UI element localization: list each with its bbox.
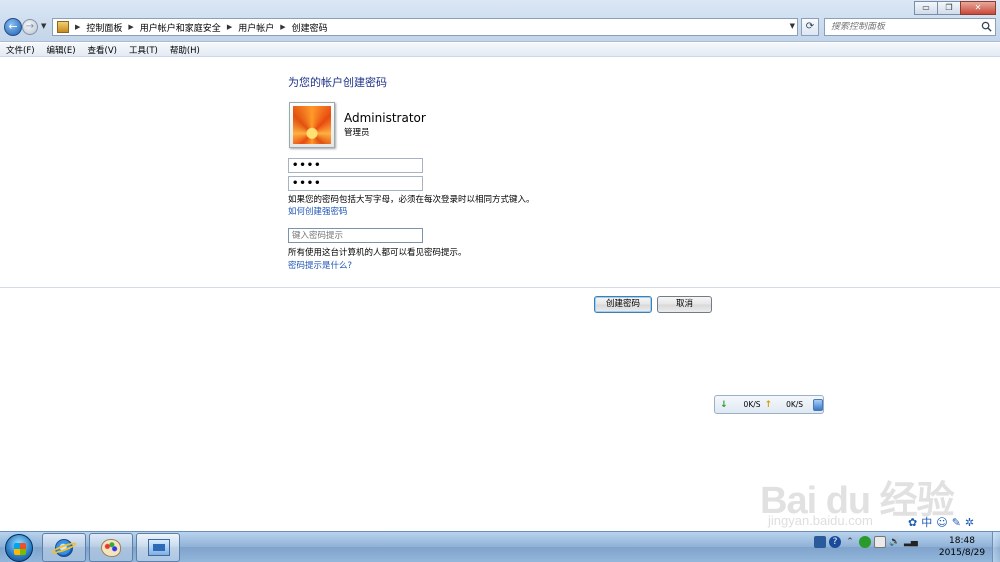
chevron-right-icon[interactable]: ▶ [280,23,285,31]
volume-icon[interactable]: 🔊 [889,536,901,548]
flower-icon [293,106,331,144]
window-titlebar: ▭ ❐ ✕ ← → ▼ ▶ 控制面板 ▶ 用户帐户和家庭安全 ▶ 用户帐户 ▶ … [0,0,1000,42]
taskbar-paint[interactable] [89,533,133,562]
ime-settings-icon[interactable]: ✲ [965,516,974,530]
taskbar: ? ⌃ 🔊 ▂▄ 18:48 2015/8/29 [0,531,1000,562]
divider [0,287,1000,288]
windows-logo-icon [14,543,26,555]
download-arrow-icon: ↓ [720,399,728,410]
clock-time: 18:48 [949,536,975,546]
ime-pen-icon[interactable]: ✎ [952,516,961,530]
refresh-icon: ⟳ [805,21,815,32]
control-panel-icon [148,539,170,556]
close-button[interactable]: ✕ [960,1,996,15]
menu-view[interactable]: 查看(V) [88,44,117,56]
start-button[interactable] [5,534,33,562]
taskbar-internet-explorer[interactable] [42,533,86,562]
cancel-button[interactable]: 取消 [657,296,712,313]
account-role: 管理员 [344,128,370,138]
paint-palette-icon [101,539,121,557]
chevron-right-icon[interactable]: ▶ [227,23,232,31]
menu-file[interactable]: 文件(F) [6,44,35,56]
search-box[interactable] [824,18,996,36]
address-bar[interactable]: ▶ 控制面板 ▶ 用户帐户和家庭安全 ▶ 用户帐户 ▶ 创建密码 ▼ [52,18,798,36]
clock-date: 2015/8/29 [938,548,986,558]
restore-button[interactable]: ❐ [937,1,961,15]
chevron-right-icon[interactable]: ▶ [128,23,133,31]
password-hint-box[interactable] [288,228,423,243]
tray-network-icon[interactable] [814,536,826,548]
password-hint-input[interactable] [289,229,422,242]
window-controls: ▭ ❐ ✕ [914,1,996,15]
caps-lock-note: 如果您的密码包括大写字母，必须在每次登录时以相同方式键入。 [288,195,535,205]
page-title: 为您的帐户创建密码 [288,76,387,89]
security-icon[interactable] [859,536,871,548]
search-input[interactable] [831,22,979,32]
ime-emoji-icon[interactable]: ☺ [936,516,947,530]
chevron-right-icon[interactable]: ▶ [75,23,80,31]
ime-paw-icon[interactable]: ✿ [908,516,917,530]
control-panel-icon [57,21,69,33]
minimize-button[interactable]: ▭ [914,1,938,15]
confirm-password-field[interactable]: •••• [288,176,423,191]
breadcrumb-create-password[interactable]: 创建密码 [292,21,328,34]
new-password-field[interactable]: •••• [288,158,423,173]
taskbar-control-panel[interactable] [136,533,180,562]
system-clock[interactable]: 18:48 2015/8/29 [932,535,992,559]
menu-edit[interactable]: 编辑(E) [47,44,76,56]
arrow-right-icon: → [25,21,35,32]
download-speed: 0K/S [743,400,761,409]
menu-bar: 文件(F) 编辑(E) 查看(V) 工具(T) 帮助(H) [0,43,1000,57]
menu-help[interactable]: 帮助(H) [170,44,200,56]
upload-arrow-icon: ↑ [764,399,773,410]
account-name: Administrator [344,111,426,125]
flag-icon[interactable] [874,536,886,548]
browser-icon[interactable] [813,398,823,411]
refresh-button[interactable]: ⟳ [801,18,819,36]
ime-toolbar: ✿ 中 ☺ ✎ ✲ [906,515,1000,531]
arrow-left-icon: ← [8,20,18,33]
content-area: 为您的帐户创建密码 Administrator 管理员 •••• •••• 如果… [0,58,1000,531]
strong-password-link[interactable]: 如何创建强密码 [288,205,348,217]
address-dropdown-icon[interactable]: ▼ [790,22,795,30]
back-button[interactable]: ← [4,18,22,36]
breadcrumb-control-panel[interactable]: 控制面板 [86,21,122,34]
chevron-down-icon: ▼ [41,22,47,30]
recent-pages-dropdown[interactable]: ▼ [41,22,46,30]
upload-speed: 0K/S [786,400,804,409]
network-speed-widget[interactable]: ↓ 0K/S ↑ 0K/S [714,395,824,414]
search-icon[interactable] [981,21,992,32]
system-tray: ? ⌃ 🔊 ▂▄ [814,536,918,548]
password-hint-link[interactable]: 密码提示是什么? [288,259,352,271]
show-desktop-button[interactable] [992,532,1000,562]
forward-button[interactable]: → [22,19,38,35]
help-icon[interactable]: ? [829,536,841,548]
ime-chinese-mode[interactable]: 中 [921,516,932,530]
network-signal-icon[interactable]: ▂▄ [904,536,918,548]
breadcrumb-user-accounts[interactable]: 用户帐户 [238,21,274,34]
hint-visibility-note: 所有使用这台计算机的人都可以看见密码提示。 [288,248,467,258]
menu-tools[interactable]: 工具(T) [129,44,158,56]
chevron-up-icon[interactable]: ⌃ [844,536,856,548]
avatar [289,102,335,148]
create-password-button[interactable]: 创建密码 [594,296,652,313]
breadcrumb-user-accounts-family-safety[interactable]: 用户帐户和家庭安全 [140,21,221,34]
